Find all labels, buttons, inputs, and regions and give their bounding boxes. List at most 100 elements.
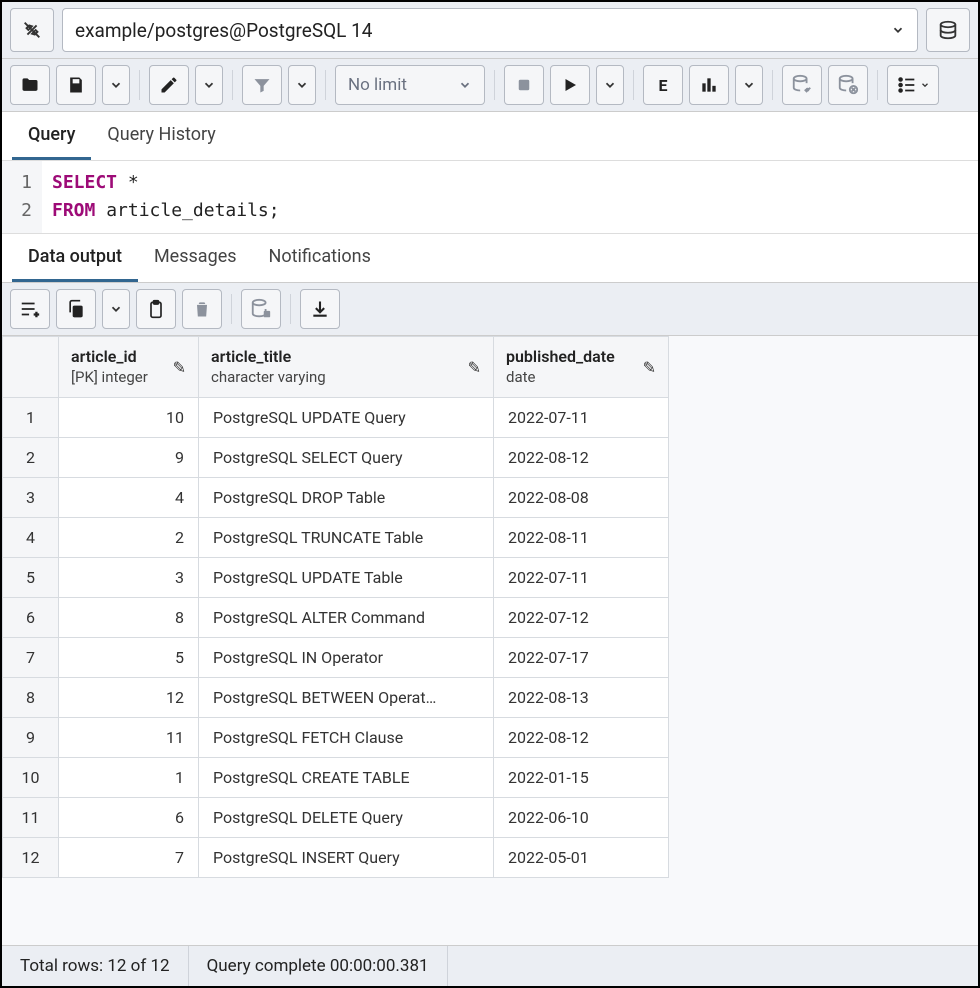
table-row[interactable]: 812PostgreSQL BETWEEN Operat…2022-08-13: [3, 678, 669, 718]
cell-published-date[interactable]: 2022-08-11: [494, 518, 669, 558]
table-row[interactable]: 53PostgreSQL UPDATE Table2022-07-11: [3, 558, 669, 598]
table-row[interactable]: 34PostgreSQL DROP Table2022-08-08: [3, 478, 669, 518]
col-header-article-title[interactable]: article_titlecharacter varying ✎: [199, 337, 494, 398]
cell-article-id[interactable]: 5: [59, 638, 199, 678]
macros-button[interactable]: [887, 65, 939, 105]
table-row[interactable]: 75PostgreSQL IN Operator2022-07-17: [3, 638, 669, 678]
cell-article-id[interactable]: 8: [59, 598, 199, 638]
table-row[interactable]: 116PostgreSQL DELETE Query2022-06-10: [3, 798, 669, 838]
table-row[interactable]: 68PostgreSQL ALTER Command2022-07-12: [3, 598, 669, 638]
sql-code[interactable]: SELECT * FROM article_details;: [42, 161, 290, 233]
row-number[interactable]: 1: [3, 398, 59, 438]
paste-button[interactable]: [136, 289, 176, 329]
copy-dropdown[interactable]: [102, 289, 130, 329]
rollback-button[interactable]: [828, 65, 868, 105]
row-number[interactable]: 7: [3, 638, 59, 678]
explain-analyze-button[interactable]: [689, 65, 729, 105]
filter-dropdown[interactable]: [288, 65, 316, 105]
row-number[interactable]: 6: [3, 598, 59, 638]
explain-dropdown[interactable]: [735, 65, 763, 105]
table-row[interactable]: 911PostgreSQL FETCH Clause2022-08-12: [3, 718, 669, 758]
save-button[interactable]: [56, 65, 96, 105]
cell-article-title[interactable]: PostgreSQL DROP Table: [199, 478, 494, 518]
pencil-icon[interactable]: ✎: [173, 358, 186, 377]
cell-article-id[interactable]: 6: [59, 798, 199, 838]
add-row-button[interactable]: [10, 289, 50, 329]
table-row[interactable]: 110PostgreSQL UPDATE Query2022-07-11: [3, 398, 669, 438]
cell-article-title[interactable]: PostgreSQL BETWEEN Operat…: [199, 678, 494, 718]
tab-query[interactable]: Query: [12, 112, 91, 160]
cell-article-id[interactable]: 7: [59, 838, 199, 878]
cell-published-date[interactable]: 2022-08-08: [494, 478, 669, 518]
cell-published-date[interactable]: 2022-08-12: [494, 718, 669, 758]
open-button[interactable]: [10, 65, 50, 105]
connection-select[interactable]: example/postgres@PostgreSQL 14: [62, 8, 918, 52]
cell-article-title[interactable]: PostgreSQL FETCH Clause: [199, 718, 494, 758]
row-number[interactable]: 4: [3, 518, 59, 558]
save-dropdown[interactable]: [102, 65, 130, 105]
cell-article-title[interactable]: PostgreSQL ALTER Command: [199, 598, 494, 638]
table-row[interactable]: 127PostgreSQL INSERT Query2022-05-01: [3, 838, 669, 878]
row-number[interactable]: 11: [3, 798, 59, 838]
row-number[interactable]: 3: [3, 478, 59, 518]
row-number[interactable]: 5: [3, 558, 59, 598]
cell-published-date[interactable]: 2022-05-01: [494, 838, 669, 878]
tab-messages[interactable]: Messages: [138, 234, 253, 282]
pencil-icon[interactable]: ✎: [643, 358, 656, 377]
cell-article-id[interactable]: 1: [59, 758, 199, 798]
execute-dropdown[interactable]: [596, 65, 624, 105]
tab-notifications[interactable]: Notifications: [253, 234, 387, 282]
cell-article-title[interactable]: PostgreSQL DELETE Query: [199, 798, 494, 838]
row-number[interactable]: 2: [3, 438, 59, 478]
sql-editor[interactable]: 12 SELECT * FROM article_details;: [2, 160, 978, 234]
save-data-button[interactable]: [241, 289, 281, 329]
cell-article-id[interactable]: 11: [59, 718, 199, 758]
row-number[interactable]: 8: [3, 678, 59, 718]
edit-button[interactable]: [149, 65, 189, 105]
cell-published-date[interactable]: 2022-01-15: [494, 758, 669, 798]
tab-data-output[interactable]: Data output: [12, 234, 138, 282]
stop-button[interactable]: [504, 65, 544, 105]
cell-article-id[interactable]: 4: [59, 478, 199, 518]
cell-published-date[interactable]: 2022-07-17: [494, 638, 669, 678]
cell-published-date[interactable]: 2022-07-12: [494, 598, 669, 638]
cell-article-id[interactable]: 9: [59, 438, 199, 478]
cell-article-title[interactable]: PostgreSQL IN Operator: [199, 638, 494, 678]
cell-published-date[interactable]: 2022-07-11: [494, 558, 669, 598]
cell-published-date[interactable]: 2022-08-12: [494, 438, 669, 478]
new-connection-button[interactable]: [926, 8, 970, 52]
table-row[interactable]: 42PostgreSQL TRUNCATE Table2022-08-11: [3, 518, 669, 558]
cell-article-id[interactable]: 10: [59, 398, 199, 438]
cell-article-title[interactable]: PostgreSQL INSERT Query: [199, 838, 494, 878]
cell-article-title[interactable]: PostgreSQL UPDATE Query: [199, 398, 494, 438]
row-number[interactable]: 10: [3, 758, 59, 798]
copy-button[interactable]: [56, 289, 96, 329]
cell-published-date[interactable]: 2022-08-13: [494, 678, 669, 718]
commit-button[interactable]: [782, 65, 822, 105]
cell-published-date[interactable]: 2022-06-10: [494, 798, 669, 838]
filter-button[interactable]: [242, 65, 282, 105]
edit-dropdown[interactable]: [195, 65, 223, 105]
delete-button[interactable]: [182, 289, 222, 329]
cell-article-id[interactable]: 3: [59, 558, 199, 598]
cell-article-title[interactable]: PostgreSQL TRUNCATE Table: [199, 518, 494, 558]
cell-published-date[interactable]: 2022-07-11: [494, 398, 669, 438]
cell-article-id[interactable]: 12: [59, 678, 199, 718]
cell-article-id[interactable]: 2: [59, 518, 199, 558]
execute-button[interactable]: [550, 65, 590, 105]
pencil-icon[interactable]: ✎: [468, 358, 481, 377]
cell-article-title[interactable]: PostgreSQL CREATE TABLE: [199, 758, 494, 798]
download-button[interactable]: [300, 289, 340, 329]
table-row[interactable]: 29PostgreSQL SELECT Query2022-08-12: [3, 438, 669, 478]
cell-article-title[interactable]: PostgreSQL UPDATE Table: [199, 558, 494, 598]
tab-query-history[interactable]: Query History: [91, 112, 231, 160]
limit-select[interactable]: No limit: [335, 65, 485, 105]
explain-button[interactable]: E: [643, 65, 683, 105]
disconnected-icon-button[interactable]: [10, 8, 54, 52]
table-row[interactable]: 101PostgreSQL CREATE TABLE2022-01-15: [3, 758, 669, 798]
cell-article-title[interactable]: PostgreSQL SELECT Query: [199, 438, 494, 478]
col-header-published-date[interactable]: published_datedate ✎: [494, 337, 669, 398]
col-header-article-id[interactable]: article_id[PK] integer ✎: [59, 337, 199, 398]
row-number[interactable]: 9: [3, 718, 59, 758]
data-grid-wrap[interactable]: article_id[PK] integer ✎ article_titlech…: [2, 336, 978, 945]
